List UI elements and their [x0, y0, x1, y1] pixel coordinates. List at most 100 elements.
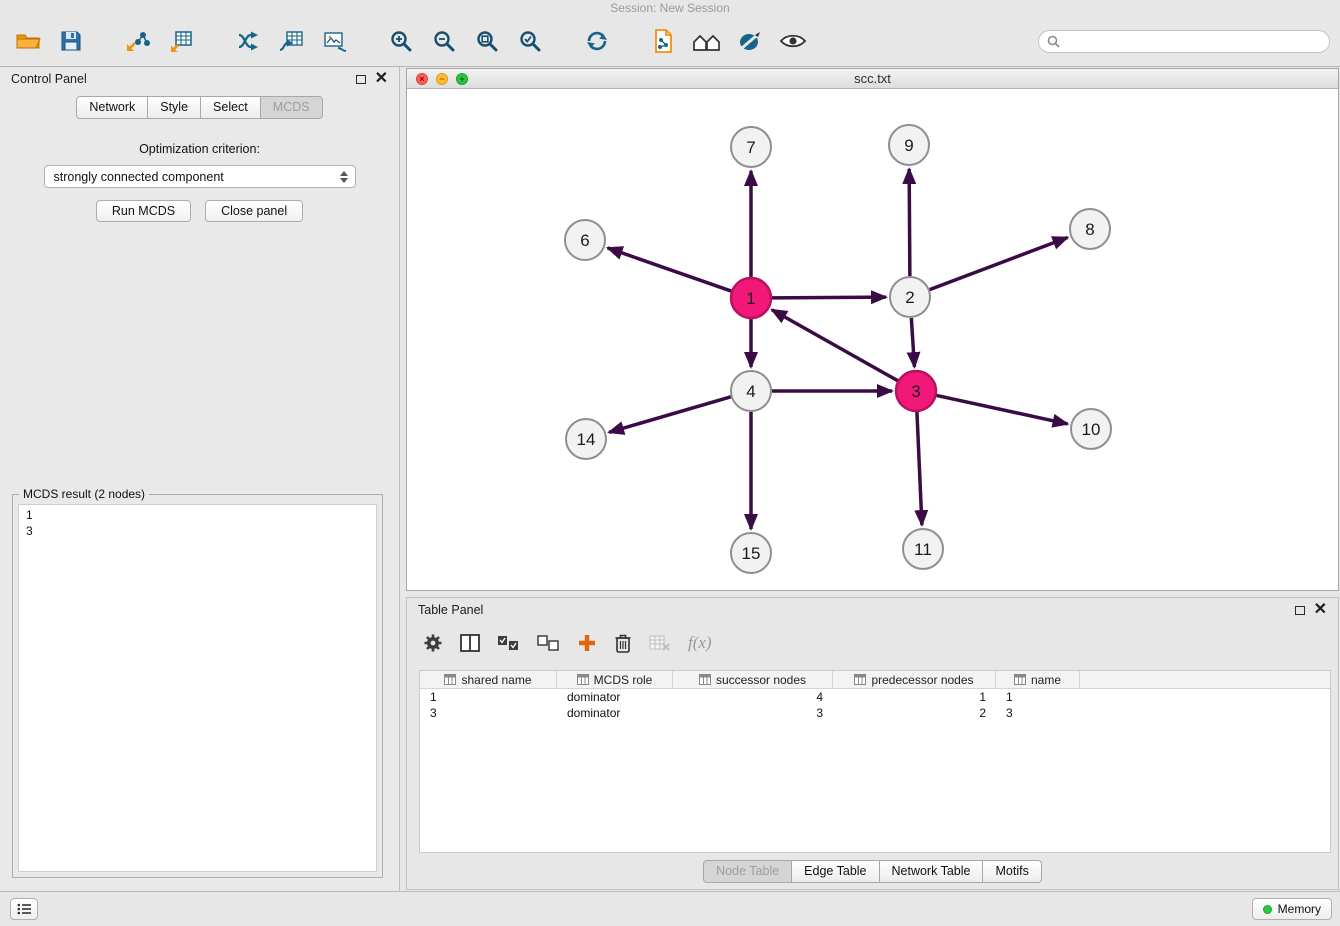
graph-node-label: 1 — [746, 289, 755, 308]
graph-node-1[interactable]: 1 — [731, 278, 771, 318]
zoom-fit-icon — [475, 29, 499, 53]
graph-node-3[interactable]: 3 — [896, 371, 936, 411]
graph-edge-3-1[interactable] — [772, 310, 898, 381]
refresh-icon — [584, 28, 610, 54]
task-list-button[interactable] — [10, 898, 38, 920]
graph-node-4[interactable]: 4 — [731, 371, 771, 411]
function-builder-button[interactable]: f(x) — [688, 633, 712, 653]
graph-node-10[interactable]: 10 — [1071, 409, 1111, 449]
network-from-table-button[interactable] — [273, 23, 309, 59]
graph-node-label: 8 — [1085, 220, 1094, 239]
graph-edge-2-3[interactable] — [911, 318, 914, 367]
memory-button[interactable]: Memory — [1252, 898, 1332, 920]
save-session-button[interactable] — [53, 23, 89, 59]
graph-edge-2-9[interactable] — [909, 169, 910, 276]
optimization-criterion-label: Optimization criterion: — [0, 142, 399, 156]
criterion-select[interactable]: strongly connected component — [44, 165, 356, 188]
graph-edge-1-6[interactable] — [608, 248, 732, 291]
import-network-button[interactable] — [120, 23, 156, 59]
float-panel-icon[interactable] — [356, 75, 366, 84]
run-mcds-button[interactable]: Run MCDS — [96, 200, 191, 222]
zoom-out-icon — [432, 29, 456, 53]
zoom-in-button[interactable] — [383, 23, 419, 59]
graph-node-8[interactable]: 8 — [1070, 209, 1110, 249]
search-icon — [1047, 35, 1060, 48]
trash-icon — [614, 633, 632, 654]
tab-style[interactable]: Style — [147, 96, 201, 119]
style-button[interactable] — [732, 23, 768, 59]
column-header-predecessor-nodes[interactable]: predecessor nodes — [833, 671, 996, 688]
zoom-selected-button[interactable] — [512, 23, 548, 59]
node-table-header: shared nameMCDS rolesuccessor nodesprede… — [420, 671, 1330, 689]
import-table-button[interactable] — [163, 23, 199, 59]
graph-edge-2-8[interactable] — [930, 237, 1068, 289]
add-column-button[interactable] — [577, 633, 597, 653]
deselect-all-button[interactable] — [537, 635, 560, 652]
open-session-button[interactable] — [10, 23, 46, 59]
graph-node-15[interactable]: 15 — [731, 533, 771, 573]
network-window-titlebar[interactable]: × − + scc.txt — [407, 69, 1338, 89]
graph-edge-4-14[interactable] — [609, 397, 731, 432]
table-tab-edge-table[interactable]: Edge Table — [791, 860, 879, 883]
table-tab-node-table[interactable]: Node Table — [703, 860, 792, 883]
table-panel-header: Table Panel ✕ — [407, 598, 1338, 622]
graph-edge-3-11[interactable] — [917, 412, 922, 525]
table-row[interactable]: 1dominator411 — [420, 689, 1330, 705]
homes-button[interactable] — [689, 23, 725, 59]
graph-node-label: 14 — [577, 430, 596, 449]
gear-button[interactable] — [423, 633, 443, 653]
table-cell: dominator — [557, 706, 673, 720]
graph-node-14[interactable]: 14 — [566, 419, 606, 459]
graph-node-label: 9 — [904, 136, 913, 155]
column-type-icon — [444, 674, 456, 685]
refresh-button[interactable] — [579, 23, 615, 59]
table-cell: 3 — [996, 706, 1080, 720]
graph-edge-3-10[interactable] — [937, 395, 1068, 423]
graph-node-11[interactable]: 11 — [903, 529, 943, 569]
table-cell: 3 — [420, 706, 557, 720]
delete-column-button[interactable] — [614, 633, 632, 654]
graph-node-label: 3 — [911, 382, 920, 401]
delete-table-button[interactable] — [649, 635, 671, 651]
column-header-mcds-role[interactable]: MCDS role — [557, 671, 673, 688]
graph-node-2[interactable]: 2 — [890, 277, 930, 317]
graph-node-6[interactable]: 6 — [565, 220, 605, 260]
column-type-icon — [699, 674, 711, 685]
graph-node-label: 7 — [746, 138, 755, 157]
graph-node-7[interactable]: 7 — [731, 127, 771, 167]
tab-network[interactable]: Network — [76, 96, 148, 119]
graph-edge-1-2[interactable] — [772, 297, 886, 298]
graph-node-9[interactable]: 9 — [889, 125, 929, 165]
close-table-panel-icon[interactable]: ✕ — [1314, 604, 1327, 616]
search-input[interactable] — [1065, 33, 1321, 49]
tab-mcds[interactable]: MCDS — [260, 96, 323, 119]
network-graph[interactable]: 7 9 6 8 1 2 4 3 14 10 15 11 — [407, 89, 1338, 590]
column-header-successor-nodes[interactable]: successor nodes — [673, 671, 833, 688]
select-all-button[interactable] — [497, 635, 520, 652]
mcds-result-line: 1 — [26, 507, 369, 523]
table-tab-network-table[interactable]: Network Table — [879, 860, 984, 883]
show-hide-button[interactable] — [775, 23, 811, 59]
table-row[interactable]: 3dominator323 — [420, 705, 1330, 721]
control-panel: Control Panel ✕ NetworkStyleSelectMCDS O… — [0, 67, 400, 891]
network-canvas[interactable]: 7 9 6 8 1 2 4 3 14 10 15 11 — [407, 89, 1338, 590]
memory-label: Memory — [1278, 902, 1321, 916]
close-panel-icon[interactable]: ✕ — [375, 73, 388, 85]
column-header-shared-name[interactable]: shared name — [420, 671, 557, 688]
search-field[interactable] — [1038, 30, 1330, 53]
export-image-button[interactable] — [316, 23, 352, 59]
mcds-result-list[interactable]: 13 — [18, 504, 377, 872]
zoom-fit-button[interactable] — [469, 23, 505, 59]
column-header-name[interactable]: name — [996, 671, 1080, 688]
close-panel-button[interactable]: Close panel — [205, 200, 303, 222]
style-icon — [737, 29, 763, 53]
table-tab-motifs[interactable]: Motifs — [982, 860, 1041, 883]
select-arrows-icon — [340, 171, 350, 183]
tab-select[interactable]: Select — [200, 96, 261, 119]
zoom-out-button[interactable] — [426, 23, 462, 59]
memory-status-icon — [1263, 905, 1272, 914]
columns-button[interactable] — [460, 634, 480, 652]
clone-network-button[interactable] — [646, 23, 682, 59]
float-table-panel-icon[interactable] — [1295, 606, 1305, 615]
new-network-button[interactable] — [230, 23, 266, 59]
